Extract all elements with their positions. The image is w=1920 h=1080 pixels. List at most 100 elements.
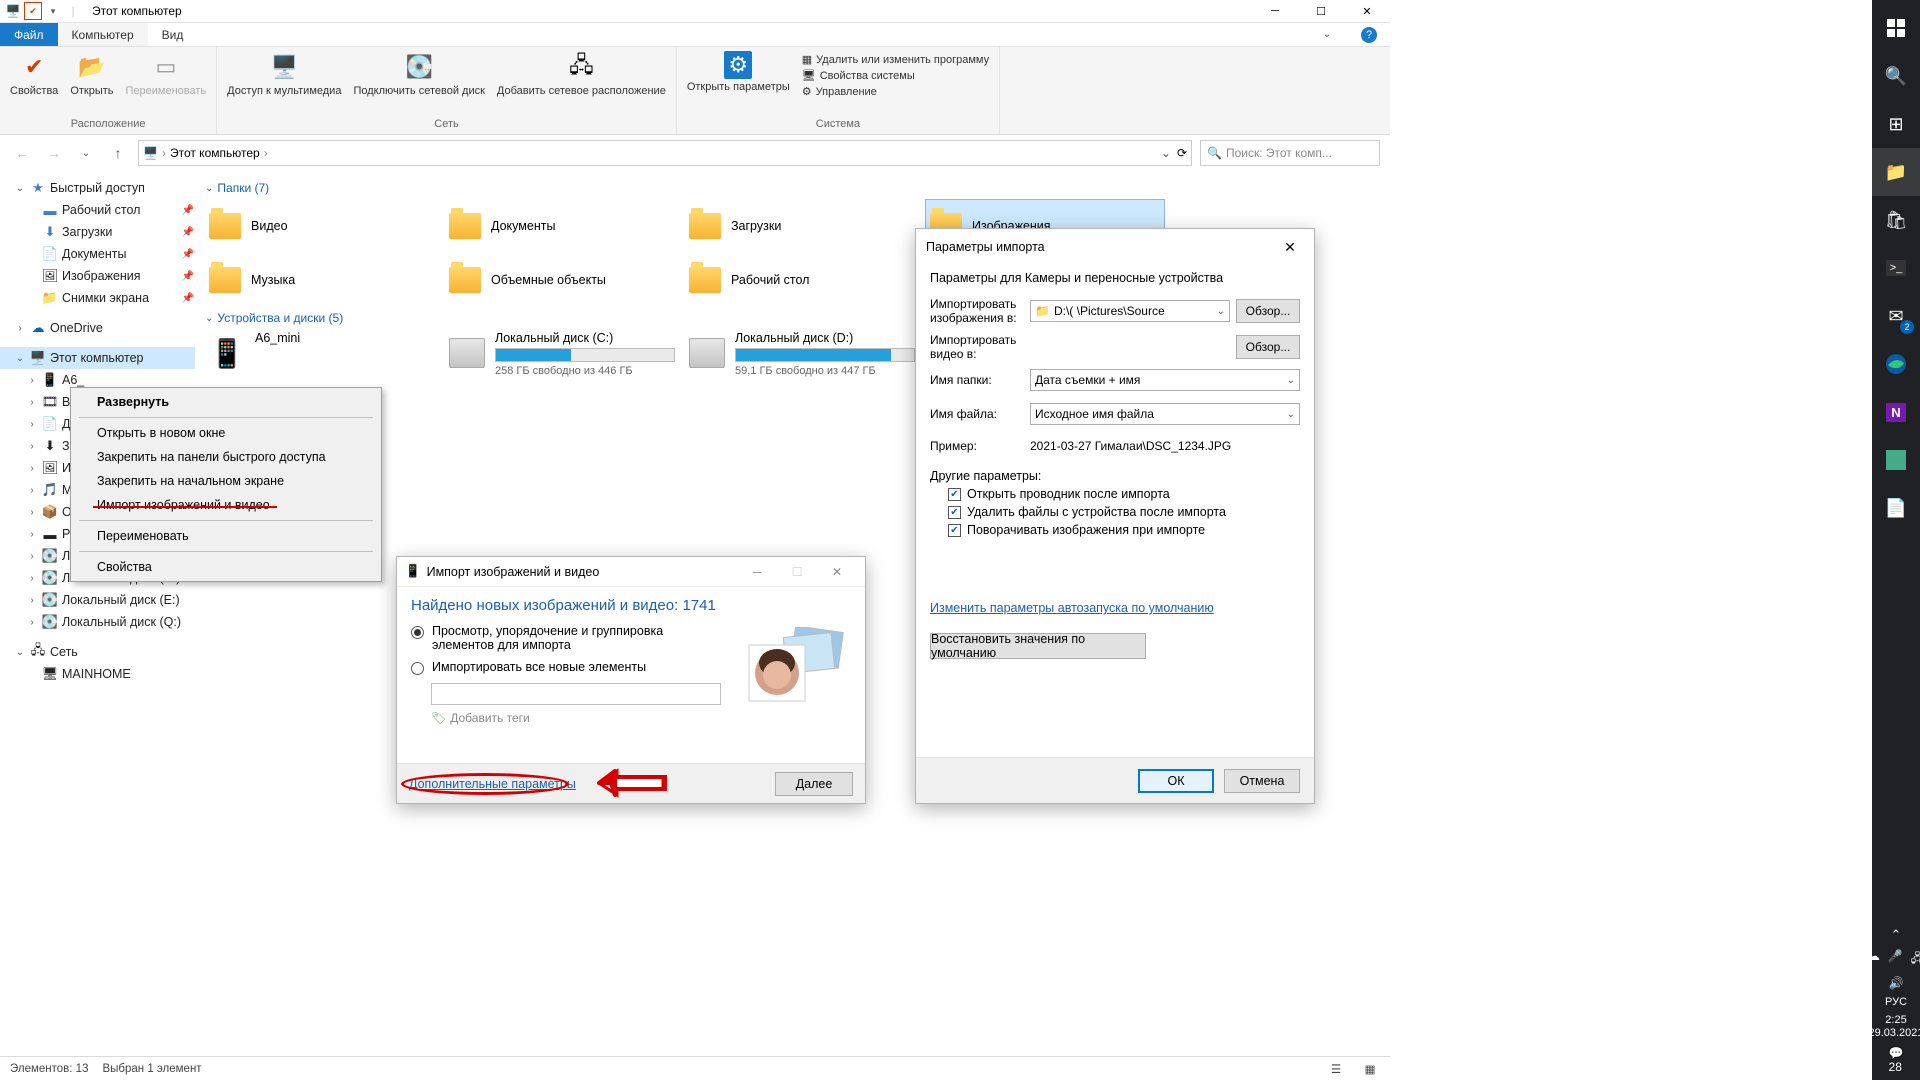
taskbar-edge[interactable]: [1872, 340, 1920, 388]
drive-d[interactable]: Локальный диск (D:)59,1 ГБ свободно из 4…: [685, 329, 925, 389]
sidebar-item-drive-e[interactable]: ›💽Локальный диск (E:): [0, 589, 195, 611]
taskbar-store[interactable]: 🛍: [1872, 196, 1920, 244]
open-settings-button[interactable]: ⚙Открыть параметры: [681, 49, 796, 95]
minimize-button[interactable]: ─: [1252, 0, 1298, 23]
folder-downloads[interactable]: Загрузки: [685, 199, 925, 253]
ctx-pin-start[interactable]: Закрепить на начальном экране: [73, 469, 379, 493]
chevron-right-icon[interactable]: ›: [26, 595, 38, 606]
ribbon-collapse-icon[interactable]: ⌄: [1306, 23, 1348, 46]
chevron-right-icon[interactable]: ›: [26, 573, 38, 584]
properties-button[interactable]: ✔Свойства: [4, 49, 64, 99]
chevron-right-icon[interactable]: ›: [26, 507, 38, 518]
folder-documents[interactable]: Документы: [445, 199, 685, 253]
chevron-down-icon[interactable]: ⌄: [14, 353, 26, 364]
microphone-tray-icon[interactable]: 🎤: [1888, 949, 1903, 970]
checkbox-open-explorer[interactable]: ✔Открыть проводник после импорта: [948, 487, 1300, 501]
onedrive-tray-icon[interactable]: ☁: [1868, 949, 1880, 970]
cancel-button[interactable]: Отмена: [1224, 769, 1300, 793]
autoplay-defaults-link[interactable]: Изменить параметры автозапуска по умолча…: [930, 601, 1300, 615]
tab-file[interactable]: Файл: [0, 23, 58, 46]
qat-dropdown-icon[interactable]: ▾: [44, 2, 62, 20]
folder-video[interactable]: Видео: [205, 199, 445, 253]
open-button[interactable]: 📂Открыть: [64, 49, 119, 99]
taskbar-terminal[interactable]: >_: [1872, 244, 1920, 292]
device-a6mini[interactable]: 📱A6_mini: [205, 329, 445, 389]
sidebar-item-downloads[interactable]: ⬇Загрузки📌: [0, 221, 195, 243]
add-tags-label[interactable]: 🏷Добавить теги: [431, 711, 851, 725]
ctx-expand[interactable]: Развернуть: [73, 390, 379, 414]
action-center-button[interactable]: 💬28: [1889, 1046, 1904, 1074]
file-name-combo[interactable]: Исходное имя файла⌄: [1030, 403, 1300, 425]
breadcrumb-thispc[interactable]: Этот компьютер: [170, 146, 260, 160]
next-button[interactable]: Далее: [775, 772, 853, 796]
maximize-button[interactable]: ☐: [1298, 0, 1344, 23]
chevron-right-icon[interactable]: ›: [26, 529, 38, 540]
ctx-pin-quick-access[interactable]: Закрепить на панели быстрого доступа: [73, 445, 379, 469]
taskbar-explorer[interactable]: 📁: [1872, 148, 1920, 196]
chevron-down-icon[interactable]: ⌄: [14, 647, 26, 658]
view-tiles-button[interactable]: ▦: [1360, 1059, 1380, 1079]
nav-up-button[interactable]: ↑: [106, 141, 130, 165]
refresh-button[interactable]: ⟳: [1177, 146, 1187, 160]
sidebar-item-screenshots[interactable]: 📁Снимки экрана📌: [0, 287, 195, 309]
sidebar-item-this-pc[interactable]: ⌄🖥️Этот компьютер: [0, 347, 195, 369]
uninstall-programs-button[interactable]: ▦Удалить или изменить программу: [802, 53, 989, 66]
chevron-right-icon[interactable]: ›: [26, 419, 38, 430]
chevron-right-icon[interactable]: ›: [14, 323, 26, 334]
ctx-open-new-window[interactable]: Открыть в новом окне: [73, 421, 379, 445]
folders-group-header[interactable]: ⌄Папки (7): [205, 177, 1380, 199]
sidebar-item-pictures[interactable]: 🖼Изображения📌: [0, 265, 195, 287]
start-button[interactable]: [1872, 4, 1920, 52]
taskbar-onenote[interactable]: N: [1872, 388, 1920, 436]
close-button[interactable]: ✕: [1276, 233, 1304, 261]
ctx-import-media[interactable]: Импорт изображений и видео: [73, 493, 379, 517]
taskbar-document[interactable]: 📄: [1872, 484, 1920, 532]
address-dropdown-icon[interactable]: ⌄: [1161, 146, 1171, 160]
task-view-button[interactable]: ⊞: [1872, 100, 1920, 148]
close-button[interactable]: ✕: [817, 565, 857, 579]
sidebar-item-drive-q[interactable]: ›💽Локальный диск (Q:): [0, 611, 195, 633]
nav-history-button[interactable]: ⌄: [74, 141, 98, 165]
checkbox-delete-after[interactable]: ✔Удалить файлы с устройства после импорт…: [948, 505, 1300, 519]
search-input[interactable]: 🔍 Поиск: Этот комп...: [1200, 140, 1380, 166]
ctx-rename[interactable]: Переименовать: [73, 524, 379, 548]
folder-music[interactable]: Музыка: [205, 253, 445, 307]
chevron-right-icon[interactable]: ›: [26, 375, 38, 386]
search-button[interactable]: 🔍: [1872, 52, 1920, 100]
close-button[interactable]: ✕: [1344, 0, 1390, 23]
taskbar-mail[interactable]: ✉2: [1872, 292, 1920, 340]
language-indicator[interactable]: РУС: [1885, 996, 1907, 1008]
browse-video-button[interactable]: Обзор...: [1236, 335, 1300, 359]
checkbox-rotate[interactable]: ✔Поворачивать изображения при импорте: [948, 523, 1300, 537]
chevron-right-icon[interactable]: ›: [26, 397, 38, 408]
volume-tray-icon[interactable]: 🔊: [1889, 976, 1904, 990]
chevron-right-icon[interactable]: ›: [26, 551, 38, 562]
folder-name-combo[interactable]: Дата съемки + имя⌄: [1030, 369, 1300, 391]
sidebar-item-desktop[interactable]: ▬Рабочий стол📌: [0, 199, 195, 221]
sidebar-item-mainhome[interactable]: 🖥MAINHOME: [0, 663, 195, 685]
qat-checkbox-icon[interactable]: ✔: [24, 2, 42, 20]
drive-c[interactable]: Локальный диск (C:)258 ГБ свободно из 44…: [445, 329, 685, 389]
media-access-button[interactable]: 🖥️Доступ к мультимедиа: [221, 49, 347, 99]
tab-view[interactable]: Вид: [148, 23, 198, 46]
browse-images-button[interactable]: Обзор...: [1236, 299, 1300, 323]
view-details-button[interactable]: ☰: [1326, 1059, 1346, 1079]
folder-desktop[interactable]: Рабочий стол: [685, 253, 925, 307]
system-properties-button[interactable]: 🖥Свойства системы: [802, 69, 989, 82]
import-images-path-combo[interactable]: 📁D:\( \Pictures\Source⌄: [1030, 300, 1230, 322]
help-button[interactable]: ?: [1348, 23, 1390, 46]
tags-input[interactable]: [431, 683, 721, 705]
sidebar-item-quick-access[interactable]: ⌄★Быстрый доступ: [0, 177, 195, 199]
taskbar-app[interactable]: [1872, 436, 1920, 484]
add-net-location-button[interactable]: 🖧Добавить сетевое расположение: [491, 49, 672, 99]
ctx-properties[interactable]: Свойства: [73, 555, 379, 579]
sidebar-item-network[interactable]: ⌄🖧Сеть: [0, 641, 195, 663]
chevron-right-icon[interactable]: ›: [26, 441, 38, 452]
restore-defaults-button[interactable]: Восстановить значения по умолчанию: [930, 633, 1146, 659]
manage-button[interactable]: ⚙Управление: [802, 85, 989, 98]
chevron-right-icon[interactable]: ›: [162, 146, 166, 160]
map-drive-button[interactable]: 💽Подключить сетевой диск: [347, 49, 490, 99]
ok-button[interactable]: ОК: [1138, 769, 1214, 793]
sidebar-item-documents[interactable]: 📄Документы📌: [0, 243, 195, 265]
sidebar-item-onedrive[interactable]: ›☁OneDrive: [0, 317, 195, 339]
